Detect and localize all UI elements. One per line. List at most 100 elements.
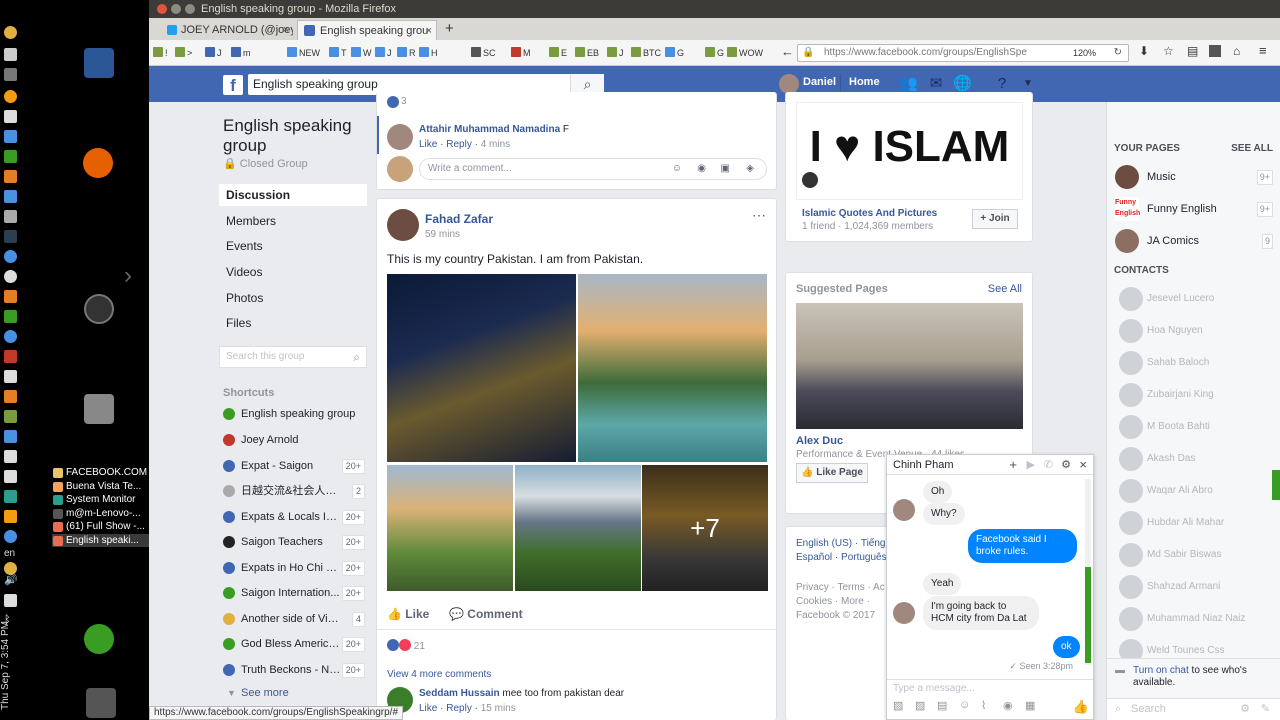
video-call-icon[interactable]: ▶ [1027, 455, 1035, 475]
more-photos-overlay[interactable]: +7 [642, 465, 768, 591]
comment-reply-link[interactable]: Reply [446, 703, 472, 714]
post-time[interactable]: 59 mins [425, 229, 460, 240]
menu-icon[interactable]: ≡ [1259, 43, 1267, 58]
app-icon[interactable] [4, 410, 17, 423]
bookmark-item[interactable]: J [205, 46, 222, 60]
bitcoin-icon[interactable] [4, 90, 17, 103]
shortcut-item[interactable]: Expats & Locals In ... 20+ [223, 508, 365, 526]
group-cover-image[interactable]: I ♥ ISLAM [796, 102, 1023, 200]
firefox-icon[interactable] [83, 148, 113, 178]
avatar[interactable] [893, 499, 915, 521]
app-icon[interactable] [4, 390, 17, 403]
window-item-0[interactable]: FACEBOOK.COM [52, 466, 149, 480]
window-item-5[interactable]: English speaki... [52, 533, 149, 547]
home-link[interactable]: Home [849, 76, 880, 88]
contact-item[interactable]: Shahzad Armani [1115, 574, 1273, 600]
post-photo-fields[interactable] [387, 465, 513, 591]
shortcut-item[interactable]: God Bless America... 20+ [223, 635, 365, 653]
comment-author[interactable]: Seddam Hussain [419, 688, 500, 699]
extension-icon[interactable] [1209, 45, 1221, 57]
bookmark-item[interactable]: G [705, 46, 724, 60]
archive-icon[interactable] [84, 394, 114, 424]
profile-link[interactable]: Daniel [803, 76, 836, 88]
app-icon[interactable] [4, 350, 17, 363]
contact-item[interactable]: Md Sabir Biswas [1115, 542, 1273, 568]
camera-icon[interactable]: ◉ [1003, 699, 1013, 712]
window-item-3[interactable]: m@m-Lenovo-... [52, 507, 149, 521]
vlc-icon[interactable] [4, 510, 17, 523]
shortcut-item[interactable]: Saigon Teachers 20+ [223, 533, 365, 551]
contact-item[interactable]: Waqar Ali Abro [1115, 478, 1273, 504]
system-clock[interactable]: Thu Sep 7, 3:54 PM [0, 600, 18, 710]
page-item-funny-english[interactable]: Funny English Funny English 9+ [1115, 196, 1273, 222]
new-tab-button[interactable]: + [445, 20, 454, 37]
close-window-button[interactable] [157, 4, 167, 14]
volume-icon[interactable]: 🔊 [4, 574, 18, 587]
ubuntu-icon[interactable] [84, 294, 114, 324]
spreadsheet-icon[interactable] [4, 150, 17, 163]
terminal-icon[interactable] [4, 230, 17, 243]
user-icon[interactable] [84, 624, 114, 654]
app-icon[interactable] [4, 310, 17, 323]
message-input[interactable]: Type a message... [893, 683, 975, 694]
page-cover-photo[interactable] [796, 303, 1023, 429]
contact-item[interactable]: Akash Das [1115, 446, 1273, 472]
contact-item[interactable]: Sahab Baloch [1115, 350, 1273, 376]
sticker-icon[interactable]: ▨ [915, 699, 925, 712]
comment-like-link[interactable]: Like [419, 703, 437, 714]
bookmark-item[interactable]: ! [153, 46, 168, 60]
page-scrollbar-thumb[interactable] [1272, 470, 1280, 500]
language-links[interactable]: English (US) · Tiếng [796, 537, 887, 551]
library-icon[interactable]: ▤ [1187, 44, 1198, 58]
shortcut-item[interactable]: Saigon Internation... 20+ [223, 584, 365, 602]
post-photo-river[interactable] [578, 274, 767, 462]
app-icon[interactable] [4, 250, 17, 263]
app-icon[interactable] [4, 290, 17, 303]
comment-input[interactable]: Write a comment... ☺ ◉ ▣ ◈ [419, 158, 767, 180]
messenger-icon[interactable]: ✉ [927, 76, 945, 92]
facebook-logo-icon[interactable]: f [223, 75, 243, 95]
nav-discussion[interactable]: Discussion [219, 184, 367, 206]
coin-icon[interactable] [4, 26, 17, 39]
join-button[interactable]: + Join [972, 209, 1018, 229]
trash-icon[interactable] [86, 688, 116, 718]
app-icon[interactable] [4, 450, 17, 463]
reactions-summary[interactable]: 21 [387, 639, 425, 652]
contact-item[interactable]: M Boota Bahti [1115, 414, 1273, 440]
network-icon[interactable] [4, 490, 17, 503]
shortcut-item[interactable]: Expats in Ho Chi Mi... 20+ [223, 559, 365, 577]
bookmark-item[interactable]: J [375, 46, 392, 60]
attachment-icon[interactable]: ⌇ [981, 699, 986, 712]
comment-like-link[interactable]: Like [419, 139, 437, 150]
bookmark-item[interactable]: EB [575, 46, 599, 60]
chat-header[interactable]: Chinh Pham + ▶ ✆ ⚙ × [887, 455, 1093, 475]
emoji-icon[interactable]: ☺ [672, 159, 682, 179]
contact-search-input[interactable]: ⌕ Search ⚙ ✎ [1107, 698, 1280, 720]
calendar-icon[interactable]: ▦ [1025, 699, 1035, 712]
language-selector[interactable]: English (US) · Tiếng Español · Português [796, 537, 887, 565]
post-photo-city-night[interactable] [387, 274, 576, 462]
contact-item[interactable]: Hoa Nguyen [1115, 318, 1273, 344]
see-more-link[interactable]: ▼ See more [223, 684, 365, 702]
reload-icon[interactable]: ↻ [1114, 45, 1122, 61]
app-icon[interactable] [4, 210, 17, 223]
star-icon[interactable]: ☆ [1163, 44, 1174, 58]
comment-author[interactable]: Attahir Muhammad Namadina [419, 124, 560, 135]
chat-scrollbar-thumb[interactable] [1085, 567, 1091, 663]
nav-events[interactable]: Events [219, 235, 367, 257]
minimize-window-button[interactable] [171, 4, 181, 14]
see-all-link[interactable]: SEE ALL [1231, 143, 1273, 154]
app-icon[interactable] [4, 430, 17, 443]
more-options-icon[interactable]: ⋯ [752, 207, 766, 224]
page-name-link[interactable]: Alex Duc [796, 435, 843, 447]
nav-members[interactable]: Members [219, 210, 367, 232]
bookmark-item[interactable]: E [549, 46, 567, 60]
language-links[interactable]: Español · Português [796, 551, 887, 565]
bookmark-item[interactable]: J [607, 46, 624, 60]
gif-icon[interactable]: ▤ [937, 699, 947, 712]
view-more-comments-link[interactable]: View 4 more comments [387, 669, 491, 680]
shortcut-item[interactable]: Another side of Vietn... 4 [223, 610, 365, 628]
maximize-window-button[interactable] [185, 4, 195, 14]
calendar-icon[interactable] [4, 130, 17, 143]
download-icon[interactable]: ⬇ [1139, 44, 1149, 58]
